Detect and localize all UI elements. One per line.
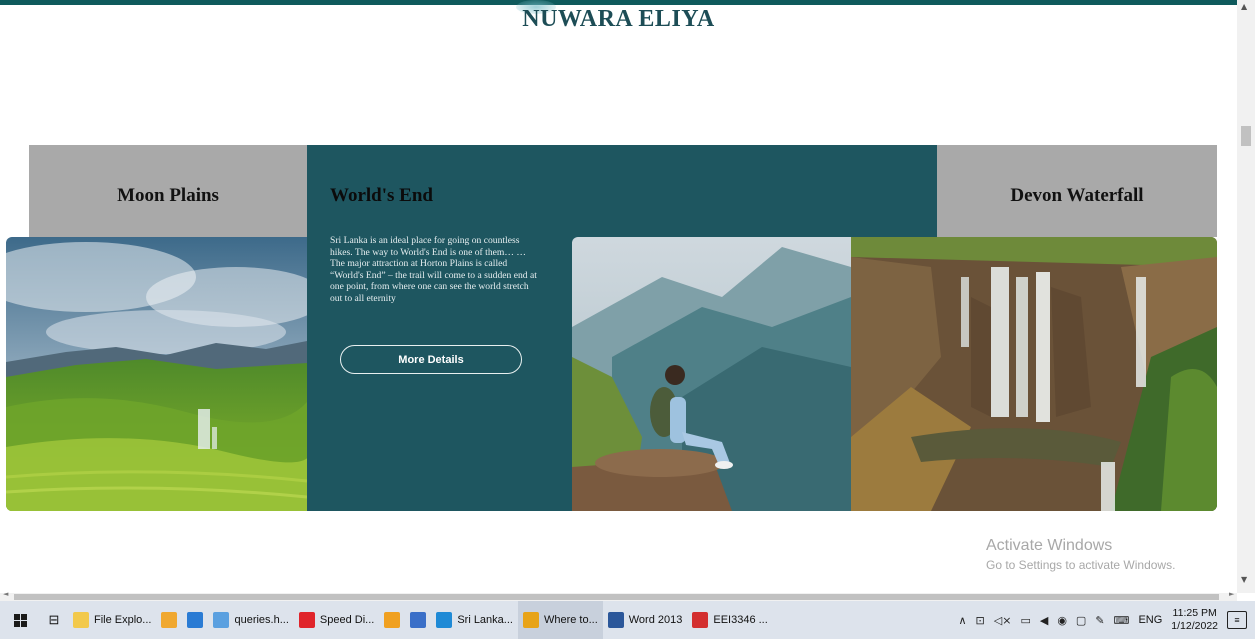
taskbar-app-label: Speed Di... bbox=[319, 614, 375, 626]
pen-icon[interactable]: ✎ bbox=[1095, 614, 1104, 627]
meet-now-icon[interactable]: ⊡ bbox=[976, 614, 985, 627]
taskbar-app-vscode[interactable]: Sri Lanka... bbox=[431, 601, 518, 639]
pdf-icon bbox=[692, 612, 709, 628]
browser-viewport: NUWARA ELIYA Moon Plains Devon Waterfall… bbox=[0, 0, 1255, 639]
activate-windows-watermark: Activate Windows Go to Settings to activ… bbox=[986, 537, 1175, 572]
scroll-up-arrow-icon[interactable]: ▲ bbox=[1241, 2, 1247, 11]
clock-date: 1/12/2022 bbox=[1171, 620, 1218, 632]
notepad-icon bbox=[213, 612, 230, 628]
taskbar-app-label: EEI3346 ... bbox=[713, 614, 768, 626]
page-title: NUWARA ELIYA bbox=[522, 6, 715, 32]
taskbar-app-label: Sri Lanka... bbox=[457, 614, 513, 626]
taskbar-app-chrome[interactable]: Where to... bbox=[517, 601, 603, 639]
vertical-scrollbar[interactable]: ▲ ▼ bbox=[1237, 0, 1255, 593]
feature-description: Sri Lanka is an ideal place for going on… bbox=[330, 235, 537, 304]
opera-icon bbox=[298, 612, 315, 628]
taskbar-app-pdf[interactable]: EEI3346 ... bbox=[687, 601, 772, 639]
card-moon-plains[interactable]: Moon Plains bbox=[29, 145, 307, 237]
language-indicator[interactable]: ENG bbox=[1138, 614, 1162, 626]
task-view-icon[interactable]: ⊟ bbox=[40, 601, 68, 639]
vscode-icon bbox=[436, 612, 453, 628]
scroll-left-arrow-icon[interactable]: ◄ bbox=[3, 590, 8, 598]
network-icon[interactable]: ◉ bbox=[1057, 614, 1067, 627]
taskbar-app-app[interactable] bbox=[379, 601, 405, 639]
taskbar-app-word[interactable]: Word 2013 bbox=[603, 601, 688, 639]
chat-icon[interactable]: ▢ bbox=[1076, 614, 1086, 627]
horizontal-scroll-thumb[interactable] bbox=[14, 594, 1219, 600]
taskbar-app-label: Where to... bbox=[543, 614, 598, 626]
volume-muted-icon[interactable]: ◁× bbox=[994, 614, 1012, 627]
taskbar-app-store[interactable] bbox=[156, 601, 182, 639]
taskbar-app-opera[interactable]: Speed Di... bbox=[294, 601, 379, 639]
battery-icon[interactable]: ▭ bbox=[1020, 614, 1030, 627]
taskbar-app-remote[interactable] bbox=[405, 601, 431, 639]
feature-title: World's End bbox=[330, 185, 433, 206]
worlds-end-hiker-photo bbox=[572, 237, 851, 511]
mail-icon bbox=[187, 612, 204, 628]
windows-logo-icon bbox=[13, 613, 27, 627]
scroll-right-arrow-icon[interactable]: ► bbox=[1229, 590, 1234, 598]
chrome-icon bbox=[522, 612, 539, 628]
top-accent-bar bbox=[0, 0, 1237, 5]
start-button[interactable] bbox=[0, 601, 40, 639]
speaker-icon[interactable]: ◀ bbox=[1040, 614, 1048, 627]
card-heading-moon-plains: Moon Plains bbox=[117, 185, 219, 206]
taskbar-app-label: Word 2013 bbox=[628, 614, 683, 626]
chevron-up-icon[interactable]: ∧ bbox=[958, 614, 966, 627]
store-icon bbox=[161, 612, 178, 628]
activate-windows-heading: Activate Windows bbox=[986, 537, 1113, 554]
devon-waterfall-photo bbox=[851, 237, 1217, 511]
vertical-scroll-thumb[interactable] bbox=[1241, 126, 1251, 146]
clock[interactable]: 11:25 PM 1/12/2022 bbox=[1171, 607, 1218, 633]
more-details-button[interactable]: More Details bbox=[340, 345, 522, 374]
taskbar-apps: File Explo... queries.h... Speed Di... Sri … bbox=[68, 601, 773, 639]
taskbar-app-folder[interactable]: File Explo... bbox=[68, 601, 156, 639]
taskbar-app-label: File Explo... bbox=[94, 614, 152, 626]
activate-windows-subtext: Go to Settings to activate Windows. bbox=[986, 558, 1176, 572]
clock-time: 11:25 PM bbox=[1172, 607, 1217, 619]
app-icon bbox=[384, 612, 401, 628]
moon-plains-photo bbox=[6, 237, 307, 511]
keyboard-icon[interactable]: ⌨ bbox=[1114, 614, 1130, 627]
taskbar-app-notepad[interactable]: queries.h... bbox=[208, 601, 293, 639]
taskbar-app-mail[interactable] bbox=[182, 601, 208, 639]
card-heading-devon-waterfall: Devon Waterfall bbox=[1010, 185, 1144, 206]
scroll-down-arrow-icon[interactable]: ▼ bbox=[1241, 575, 1247, 584]
horizontal-scrollbar[interactable]: ◄ ► bbox=[0, 590, 1237, 601]
word-icon bbox=[607, 612, 624, 628]
remote-icon bbox=[410, 612, 427, 628]
folder-icon bbox=[73, 612, 89, 628]
card-devon-waterfall[interactable]: Devon Waterfall bbox=[937, 145, 1217, 237]
notification-center-icon[interactable]: ≡ bbox=[1227, 611, 1247, 629]
taskbar-app-label: queries.h... bbox=[234, 614, 289, 626]
system-tray: ∧ ⊡ ◁× ▭ ◀ ◉ ▢ ✎ ⌨ ENG 11:25 PM 1/12/202… bbox=[958, 607, 1255, 633]
windows-taskbar: ⊟ File Explo... queries.h... Speed Di... Sr… bbox=[0, 601, 1255, 639]
